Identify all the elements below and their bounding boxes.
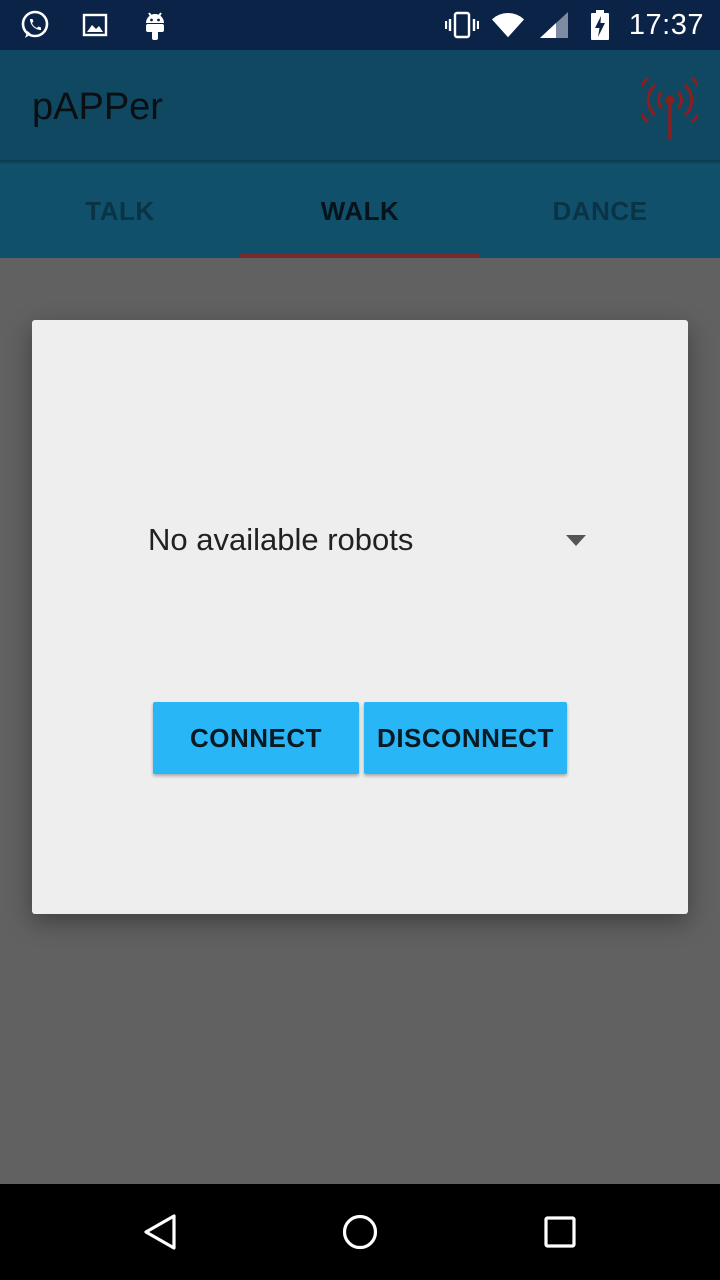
wifi-icon <box>491 8 525 42</box>
notification-icons <box>18 8 172 42</box>
tab-talk[interactable]: TALK <box>0 164 240 258</box>
app-title: pAPPer <box>32 86 163 128</box>
antenna-icon[interactable] <box>636 70 704 142</box>
status-bar: 17:37 <box>0 0 720 50</box>
connect-dialog: No available robots CONNECT DISCONNECT <box>32 320 688 914</box>
tab-bar: TALK WALK DANCE <box>0 164 720 258</box>
connect-button[interactable]: CONNECT <box>153 702 359 774</box>
spinner-selected-value: No available robots <box>148 522 414 557</box>
whatsapp-icon <box>18 8 52 42</box>
battery-charging-icon <box>583 8 617 42</box>
vibrate-icon <box>444 8 479 42</box>
signal-icon <box>537 8 571 42</box>
disconnect-button[interactable]: DISCONNECT <box>364 702 567 774</box>
image-icon <box>78 8 112 42</box>
tab-walk[interactable]: WALK <box>240 164 480 258</box>
tab-dance[interactable]: DANCE <box>480 164 720 258</box>
home-icon[interactable] <box>340 1212 380 1252</box>
dropdown-arrow-icon <box>566 534 586 546</box>
clock: 17:37 <box>628 8 704 41</box>
recents-icon[interactable] <box>540 1212 580 1252</box>
app-bar: pAPPer <box>0 50 720 162</box>
back-icon[interactable] <box>140 1212 180 1252</box>
robot-spinner[interactable]: No available robots <box>148 516 588 564</box>
system-icons: 17:37 <box>444 8 704 42</box>
android-icon <box>138 8 172 42</box>
navigation-bar <box>0 1184 720 1280</box>
